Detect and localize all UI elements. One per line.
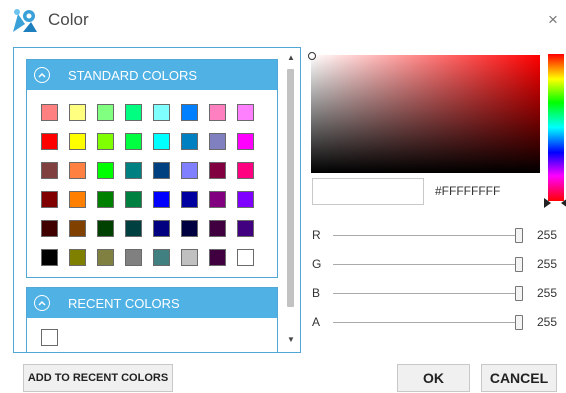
recent-colors-section: RECENT COLORS (26, 287, 278, 352)
color-swatch[interactable] (41, 249, 58, 266)
slider-label-r: R (312, 228, 321, 242)
recent-color-swatch[interactable] (41, 329, 58, 346)
app-icon (9, 6, 39, 34)
color-swatch[interactable] (153, 249, 170, 266)
color-swatch[interactable] (209, 133, 226, 150)
color-swatch[interactable] (69, 220, 86, 237)
color-swatch[interactable] (97, 191, 114, 208)
color-swatch[interactable] (41, 162, 58, 179)
color-swatch[interactable] (237, 220, 254, 237)
color-swatch[interactable] (209, 249, 226, 266)
color-swatch[interactable] (125, 191, 142, 208)
color-swatch[interactable] (209, 191, 226, 208)
color-swatch[interactable] (97, 162, 114, 179)
slider-value-a: 255 (537, 315, 558, 329)
standard-colors-header[interactable]: STANDARD COLORS (27, 60, 277, 90)
window-title: Color (48, 10, 89, 29)
color-swatch[interactable] (209, 104, 226, 121)
color-swatch[interactable] (237, 191, 254, 208)
add-to-recent-button[interactable]: ADD TO RECENT COLORS (23, 364, 173, 392)
cancel-button[interactable]: CANCEL (481, 364, 557, 392)
color-swatch[interactable] (181, 162, 198, 179)
color-swatch[interactable] (69, 133, 86, 150)
slider-track-r[interactable] (333, 235, 523, 236)
color-swatch[interactable] (153, 133, 170, 150)
hue-slider[interactable] (548, 54, 564, 201)
color-swatch[interactable] (209, 220, 226, 237)
slider-track-g[interactable] (333, 264, 523, 265)
slider-thumb-g[interactable] (515, 257, 523, 272)
color-swatch[interactable] (237, 104, 254, 121)
chevron-up-icon (34, 295, 50, 311)
slider-value-b: 255 (537, 286, 558, 300)
chevron-up-icon (34, 67, 50, 83)
color-swatch[interactable] (69, 162, 86, 179)
saturation-value-picker[interactable] (308, 52, 540, 173)
color-swatch[interactable] (69, 104, 86, 121)
color-swatch[interactable] (181, 133, 198, 150)
color-swatch[interactable] (97, 133, 114, 150)
color-swatch[interactable] (153, 191, 170, 208)
standard-colors-label: STANDARD COLORS (68, 67, 198, 83)
slider-track-b[interactable] (333, 293, 523, 294)
hex-value[interactable]: #FFFFFFFF (435, 184, 500, 198)
color-swatch[interactable] (153, 220, 170, 237)
color-swatch[interactable] (181, 220, 198, 237)
color-swatch[interactable] (153, 104, 170, 121)
color-swatch[interactable] (41, 104, 58, 121)
color-swatch[interactable] (125, 133, 142, 150)
color-swatch[interactable] (41, 133, 58, 150)
picker-cursor (308, 52, 316, 60)
slider-thumb-r[interactable] (515, 228, 523, 243)
hue-marker-icon[interactable] (544, 195, 566, 208)
color-swatch[interactable] (125, 220, 142, 237)
color-swatch[interactable] (125, 249, 142, 266)
color-swatch[interactable] (69, 191, 86, 208)
slider-thumb-a[interactable] (515, 315, 523, 330)
color-swatch[interactable] (97, 249, 114, 266)
color-preview (312, 178, 424, 205)
color-swatch[interactable] (181, 249, 198, 266)
recent-swatch-grid (27, 318, 277, 352)
slider-label-b: B (312, 286, 321, 300)
color-list-panel: STANDARD COLORS RECENT COLORS (13, 47, 301, 353)
color-swatch[interactable] (125, 162, 142, 179)
color-swatch[interactable] (125, 104, 142, 121)
standard-colors-section: STANDARD COLORS (26, 59, 278, 278)
color-swatch[interactable] (41, 191, 58, 208)
color-swatch[interactable] (69, 249, 86, 266)
color-swatch[interactable] (97, 220, 114, 237)
close-icon[interactable]: × (548, 11, 558, 29)
color-swatch[interactable] (41, 220, 58, 237)
slider-thumb-b[interactable] (515, 286, 523, 301)
color-swatch[interactable] (237, 249, 254, 266)
slider-label-g: G (312, 257, 322, 271)
color-swatch[interactable] (153, 162, 170, 179)
slider-track-a[interactable] (333, 322, 523, 323)
scroll-up-icon[interactable]: ▲ (287, 53, 295, 62)
ok-button[interactable]: OK (397, 364, 470, 392)
slider-label-a: A (312, 315, 321, 329)
slider-value-r: 255 (537, 228, 558, 242)
scrollbar-thumb[interactable] (287, 69, 294, 307)
slider-value-g: 255 (537, 257, 558, 271)
list-scrollbar[interactable]: ▲ ▼ (284, 51, 298, 348)
recent-colors-header[interactable]: RECENT COLORS (27, 288, 277, 318)
color-swatch[interactable] (237, 133, 254, 150)
recent-colors-label: RECENT COLORS (68, 295, 180, 311)
color-swatch[interactable] (181, 191, 198, 208)
color-swatch[interactable] (209, 162, 226, 179)
color-swatch[interactable] (237, 162, 254, 179)
standard-swatch-grid (27, 90, 277, 278)
color-swatch[interactable] (181, 104, 198, 121)
color-swatch[interactable] (97, 104, 114, 121)
scroll-down-icon[interactable]: ▼ (287, 335, 295, 344)
